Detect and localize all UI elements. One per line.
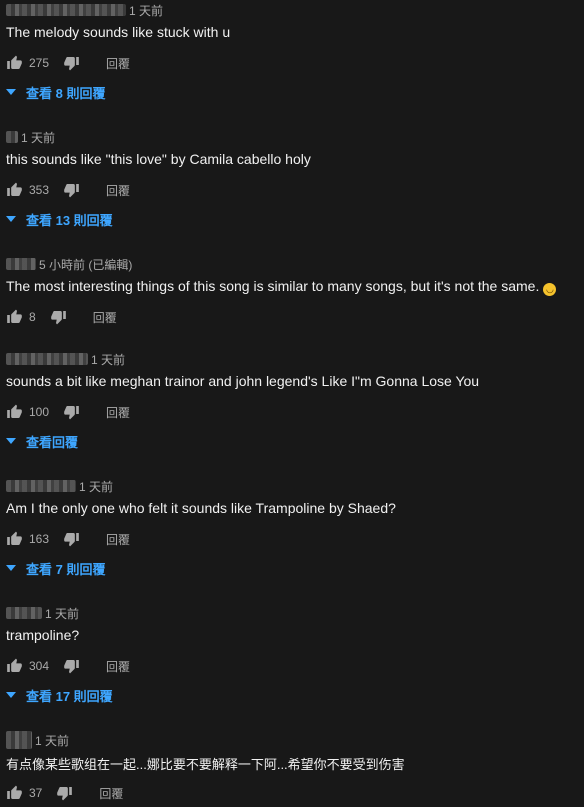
thumbs-up-icon[interactable] [6,785,23,801]
thumbs-up-icon[interactable] [6,531,23,547]
comment-actions: 8 回覆 [6,308,117,326]
comment-header: 5 小時前 (已編輯) [6,256,132,272]
thumbs-down-icon[interactable] [63,658,80,674]
comment-text: The melody sounds like stuck with u [6,24,231,40]
thumbs-up-icon[interactable] [6,404,23,420]
comment-timestamp[interactable]: 5 小時前 (已編輯) [39,256,132,273]
comment-text-body: The most interesting things of this song… [6,278,540,294]
view-replies-button[interactable]: 查看 7 則回覆 [6,559,105,577]
thumbs-up-icon[interactable] [6,309,23,325]
view-replies-button[interactable]: 查看 8 則回覆 [6,83,105,101]
caret-down-icon [6,216,16,222]
view-replies-button[interactable]: 查看 17 則回覆 [6,686,113,704]
comment-actions: 163 回覆 [6,530,130,548]
caret-down-icon [6,565,16,571]
like-count: 304 [29,659,50,673]
reply-button[interactable]: 回覆 [106,658,130,675]
like-count: 37 [29,786,43,800]
comment-text: The most interesting things of this song… [6,278,557,296]
comment-text: Am I the only one who felt it sounds lik… [6,500,396,516]
thumbs-down-icon[interactable] [63,531,80,547]
thumbs-down-icon[interactable] [63,182,80,198]
comment-timestamp[interactable]: 1 天前 [91,351,125,368]
comment-timestamp[interactable]: 1 天前 [79,478,113,495]
thumbs-up-icon[interactable] [6,55,23,71]
view-replies-button[interactable]: 查看 13 則回覆 [6,210,113,228]
caret-down-icon [6,692,16,698]
comment-timestamp[interactable]: 1 天前 [35,732,69,749]
like-count: 100 [29,405,50,419]
comment-text: 有点像某些歌组在一起...娜比要不要解释一下阿...希望你不要受到伤害 [6,757,405,772]
author-name-blurred[interactable] [6,480,76,492]
view-replies-button[interactable]: 查看回覆 [6,432,78,450]
author-name-blurred[interactable] [6,353,88,365]
caret-down-icon [6,89,16,95]
view-replies-label: 查看 17 則回覆 [26,688,113,704]
comment-header: 1 天前 [6,605,79,621]
like-count: 275 [29,56,50,70]
thumbs-up-icon[interactable] [6,658,23,674]
thumbs-down-icon[interactable] [63,404,80,420]
grinning-squinting-face-icon: ◡ [543,283,557,296]
comment-header: 1 天前 [6,2,163,18]
reply-button[interactable]: 回覆 [106,55,130,72]
author-name-blurred[interactable] [6,607,42,619]
comment-header: 1 天前 [6,351,125,367]
comment-actions: 37 回覆 [6,784,123,802]
view-replies-label: 查看回覆 [26,434,79,450]
comment-actions: 275 回覆 [6,54,130,72]
author-name-blurred[interactable] [6,4,126,16]
comment-actions: 353 回覆 [6,181,130,199]
thumbs-down-icon[interactable] [50,309,67,325]
comment-text: sounds a bit like meghan trainor and joh… [6,373,480,389]
reply-button[interactable]: 回覆 [106,531,130,548]
like-count: 163 [29,532,50,546]
comment-timestamp[interactable]: 1 天前 [45,605,79,622]
view-replies-label: 查看 8 則回覆 [26,85,106,101]
reply-button[interactable]: 回覆 [99,785,123,802]
comment-timestamp[interactable]: 1 天前 [21,129,55,146]
thumbs-down-icon[interactable] [63,55,80,71]
comment-header: 1 天前 [6,129,55,145]
caret-down-icon [6,438,16,444]
thumbs-down-icon[interactable] [56,785,73,801]
view-replies-label: 查看 13 則回覆 [26,212,113,228]
author-name-blurred[interactable] [6,131,18,143]
comment-header: 1 天前 [6,731,69,749]
comment-header: 1 天前 [6,478,113,494]
view-replies-label: 查看 7 則回覆 [26,561,106,577]
like-count: 8 [29,310,36,324]
comment-text: trampoline? [6,627,80,643]
comment-timestamp[interactable]: 1 天前 [129,2,163,19]
like-count: 353 [29,183,50,197]
comment-actions: 100 回覆 [6,403,130,421]
reply-button[interactable]: 回覆 [106,404,130,421]
reply-button[interactable]: 回覆 [106,182,130,199]
author-name-blurred[interactable] [6,731,32,749]
author-name-blurred[interactable] [6,258,36,270]
comment-text: this sounds like "this love" by Camila c… [6,151,311,167]
reply-button[interactable]: 回覆 [93,309,117,326]
thumbs-up-icon[interactable] [6,182,23,198]
comment-actions: 304 回覆 [6,657,130,675]
